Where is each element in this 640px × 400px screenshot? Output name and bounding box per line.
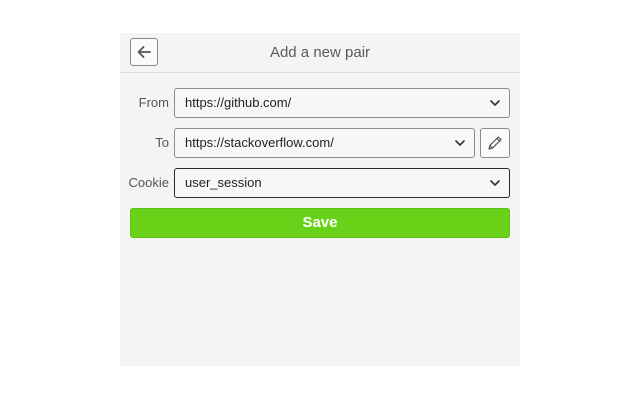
pencil-icon [488,136,502,150]
cookie-row: Cookie user_session [120,168,520,198]
add-pair-panel: Add a new pair From https://github.com/ … [120,33,520,366]
edit-to-button[interactable] [480,128,510,158]
from-select-value: https://github.com/ [185,95,292,110]
chevron-down-icon [490,100,500,106]
cookie-label: Cookie [128,175,169,190]
cookie-select[interactable]: user_session [174,168,510,198]
from-label: From [138,95,169,110]
save-button[interactable]: Save [130,208,510,238]
to-label: To [155,135,169,150]
from-select[interactable]: https://github.com/ [174,88,510,118]
to-select[interactable]: https://stackoverflow.com/ [174,128,475,158]
chevron-down-icon [490,180,500,186]
page-title: Add a new pair [269,44,371,61]
cookie-select-value: user_session [185,175,262,190]
to-select-value: https://stackoverflow.com/ [185,135,334,150]
chevron-down-icon [455,140,465,146]
header: Add a new pair [120,33,520,73]
to-row: To https://stackoverflow.com/ [120,128,520,158]
from-row: From https://github.com/ [120,88,520,118]
